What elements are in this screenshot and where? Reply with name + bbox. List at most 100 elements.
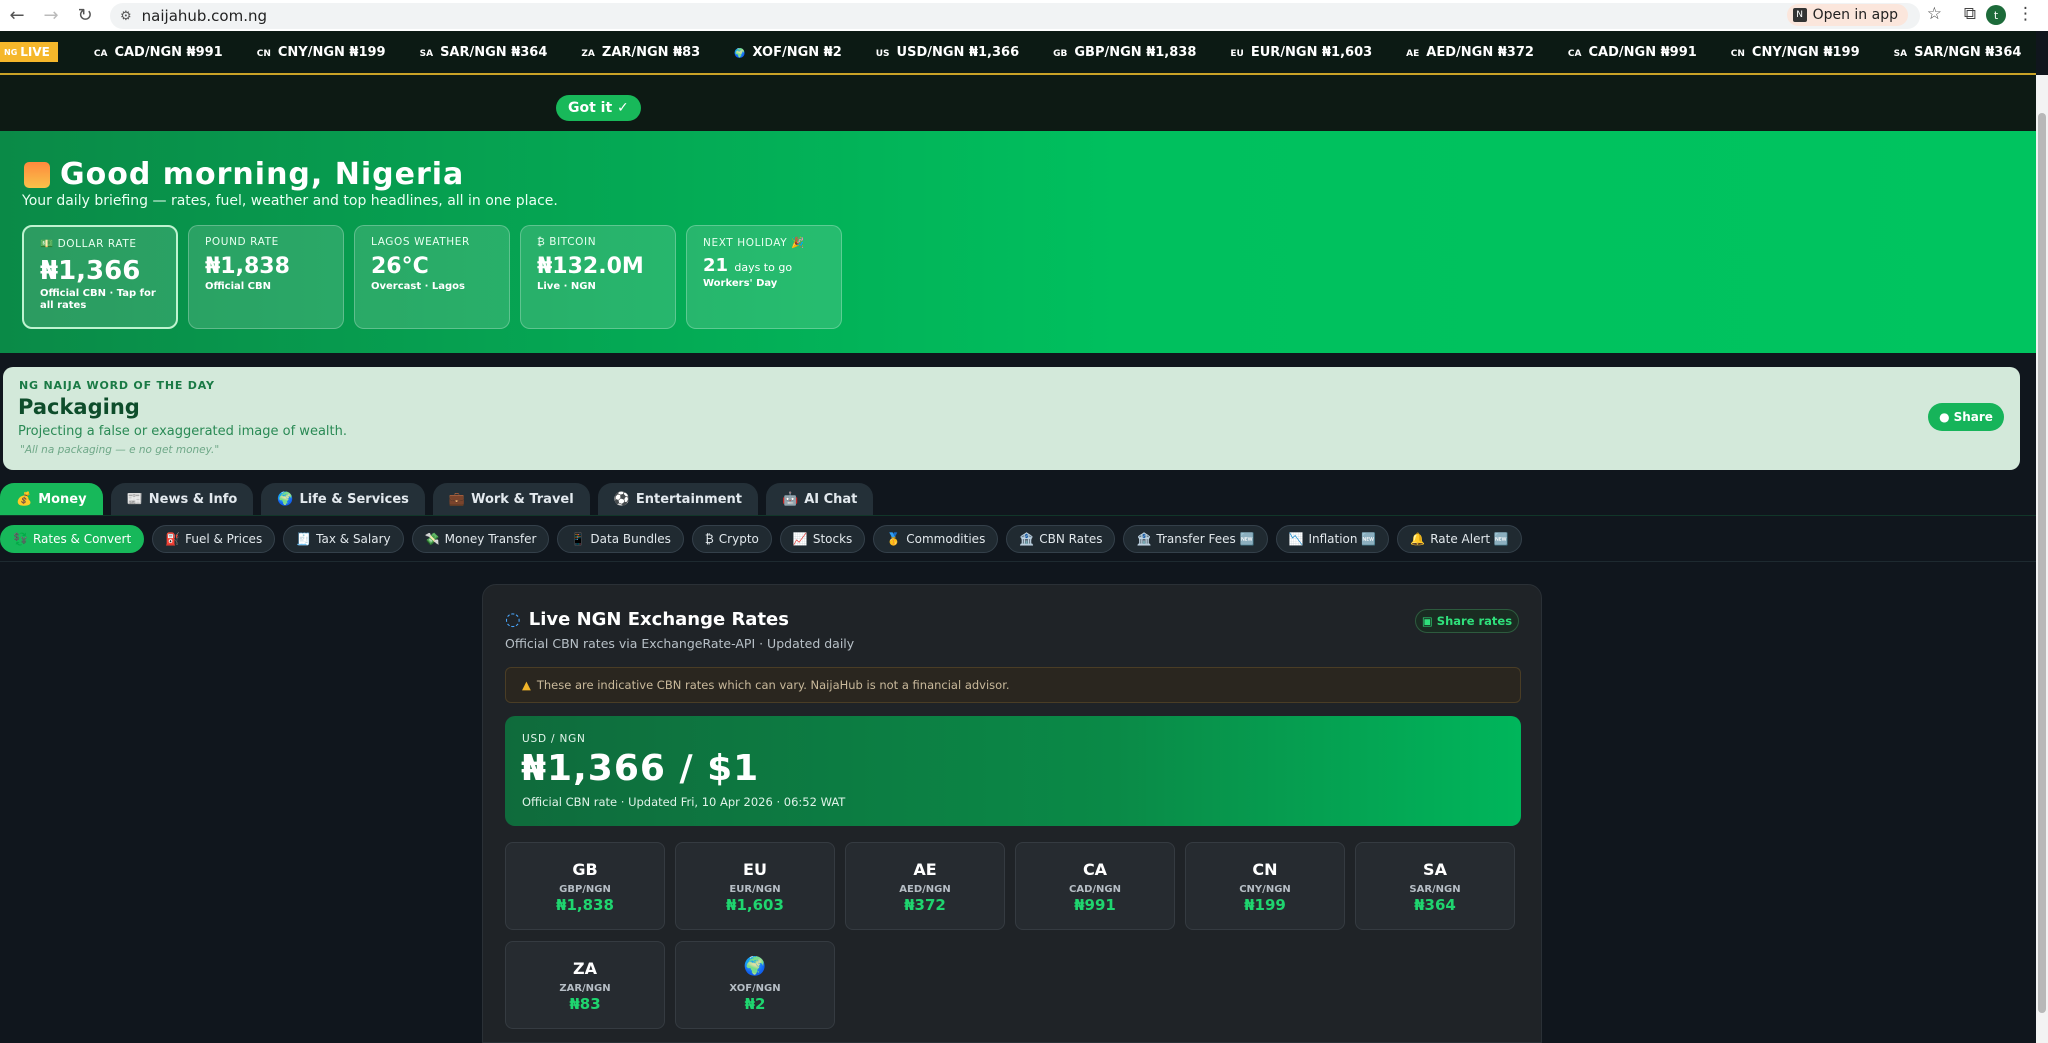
subtab-label: Money Transfer — [444, 532, 537, 546]
currency-value: ₦372 — [904, 896, 946, 914]
ticker-item[interactable]: CN CNY/NGN ₦199 — [257, 45, 386, 60]
wotd-example: "All na packaging — e no get money." — [20, 444, 220, 456]
share-rates-button[interactable]: ▣ Share rates — [1415, 609, 1519, 633]
live-badge: NG LIVE — [0, 42, 58, 62]
globe-icon: 🌍 — [743, 956, 767, 977]
ticker-item[interactable]: SA SAR/NGN ₦364 — [1894, 45, 2022, 60]
ticker-item[interactable]: CN CNY/NGN ₦199 — [1731, 45, 1860, 60]
ticker-text: GBP/NGN ₦1,838 — [1074, 44, 1197, 60]
subtab-money-transfer[interactable]: 💸 Money Transfer — [411, 525, 550, 553]
currency-value: ₦199 — [1244, 896, 1286, 914]
page-scrollbar[interactable] — [2036, 75, 2048, 1043]
ticker-country-code: CA — [93, 48, 108, 59]
warning-icon: ▲ — [522, 678, 531, 692]
ticker-item[interactable]: EU EUR/NGN ₦1,603 — [1230, 45, 1372, 60]
dollar-rate-card[interactable]: 💵 DOLLAR RATE ₦1,366 Official CBN · Tap … — [22, 225, 178, 329]
ticker-item[interactable]: CA CAD/NGN ₦991 — [94, 45, 223, 60]
open-in-app-label: Open in app — [1812, 7, 1898, 23]
currency-card[interactable]: 🌍 XOF/NGN ₦2 — [675, 941, 835, 1029]
subtab-cbn-rates[interactable]: 🏦 CBN Rates — [1006, 525, 1116, 553]
usd-ngn-card: USD / NGN ₦1,366 / $1 Official CBN rate … — [505, 716, 1521, 826]
got-it-button[interactable]: Got it ✓ — [556, 95, 641, 121]
url-text[interactable]: naijahub.com.ng — [142, 7, 267, 25]
forward-icon[interactable]: → — [34, 5, 68, 26]
subtab-rate-alert[interactable]: 🔔 Rate Alert 🆕 — [1397, 525, 1522, 553]
menu-kebab-icon[interactable]: ⋮ — [2017, 4, 2034, 24]
daily-briefing-hero: Good morning, Nigeria Your daily briefin… — [0, 131, 2036, 353]
currency-card[interactable]: CN CNY/NGN ₦199 — [1185, 842, 1345, 930]
reload-icon[interactable]: ↻ — [68, 5, 102, 26]
ticker-text: XOF/NGN ₦2 — [752, 44, 842, 60]
currency-card[interactable]: EU EUR/NGN ₦1,603 — [675, 842, 835, 930]
ticker-item[interactable]: CA CAD/NGN ₦991 — [1568, 45, 1697, 60]
tab-work-travel[interactable]: 💼 Work & Travel — [432, 483, 590, 515]
ticker-text: ZAR/NGN ₦83 — [601, 44, 701, 60]
subtab-label: Commodities — [906, 532, 986, 546]
currency-pair: CNY/NGN — [1239, 884, 1291, 895]
tab-news-info[interactable]: 📰 News & Info — [110, 483, 254, 515]
subtab-label: Crypto — [718, 532, 759, 546]
ticker-country-code: AE — [1406, 48, 1420, 59]
ticker-country-code: GB — [1053, 48, 1068, 59]
currency-country-code: CA — [1082, 860, 1108, 879]
scrollbar-thumb[interactable] — [2038, 113, 2046, 1013]
subtab-stocks[interactable]: 📈 Stocks — [779, 525, 866, 553]
subtab-rates-convert[interactable]: 💱 Rates & Convert — [0, 525, 145, 553]
wotd-share-button[interactable]: ● Share — [1928, 403, 2004, 431]
subtab-commodities[interactable]: 🥇 Commodities — [873, 525, 999, 553]
tab-entertainment[interactable]: ⚽ Entertainment — [597, 483, 758, 515]
address-bar[interactable]: ⚙ naijahub.com.ng — [110, 3, 1920, 29]
ticker-country-code: SA — [1893, 48, 1908, 59]
currency-card[interactable]: GB GBP/NGN ₦1,838 — [505, 842, 665, 930]
sunrise-icon — [24, 161, 50, 188]
subtab-label: Inflation 🆕 — [1308, 532, 1377, 546]
ticker-item[interactable]: 🌍 XOF/NGN ₦2 — [734, 45, 842, 60]
subtab-crypto[interactable]: ₿ Crypto — [691, 525, 772, 553]
currency-card[interactable]: ZA ZAR/NGN ₦83 — [505, 941, 665, 1029]
bookmark-star-icon[interactable]: ☆ — [1927, 4, 1942, 24]
tab-icon: 💰 — [16, 491, 33, 507]
ticker-country-code: EU — [1230, 48, 1244, 59]
subtab-icon: 🏦 — [1019, 532, 1035, 546]
next-holiday-card[interactable]: NEXT HOLIDAY 🎉 21 days to go Workers' Da… — [686, 225, 842, 329]
subtab-inflation[interactable]: 📉 Inflation 🆕 — [1275, 525, 1390, 553]
currency-pair: CAD/NGN — [1069, 884, 1121, 895]
currency-card[interactable]: CA CAD/NGN ₦991 — [1015, 842, 1175, 930]
share-rates-icon: ▣ — [1421, 614, 1433, 628]
tab-ai-chat[interactable]: 🤖 AI Chat — [766, 483, 874, 515]
subtab-data-bundles[interactable]: 📱 Data Bundles — [557, 525, 684, 553]
ticker-country-code: CA — [1567, 48, 1582, 59]
ticker-country-code: ZA — [581, 48, 595, 59]
ticker-item[interactable]: US USD/NGN ₦1,366 — [876, 45, 1019, 60]
currency-country-code: SA — [1423, 860, 1447, 879]
currency-value: ₦991 — [1074, 896, 1116, 914]
currency-country-code: GB — [572, 860, 598, 879]
ticker-item[interactable]: AE AED/NGN ₦372 — [1406, 45, 1534, 60]
ticker-item[interactable]: SA SAR/NGN ₦364 — [420, 45, 548, 60]
subtab-tax-salary[interactable]: 🧾 Tax & Salary — [283, 525, 404, 553]
back-icon[interactable]: ← — [0, 5, 34, 26]
open-in-app-button[interactable]: N Open in app — [1786, 4, 1908, 26]
tab-life-services[interactable]: 🌍 Life & Services — [261, 483, 425, 515]
wotd-word: Packaging — [18, 395, 140, 419]
ticker-item[interactable]: ZA ZAR/NGN ₦83 — [581, 45, 700, 60]
currency-pair: EUR/NGN — [729, 884, 781, 895]
pound-rate-card[interactable]: POUND RATE ₦1,838 Official CBN — [188, 225, 344, 329]
rates-ticker: NG LIVE CA CAD/NGN ₦991 CN CNY/NGN ₦199 SA SA… — [0, 31, 2036, 75]
tab-label: Work & Travel — [471, 491, 574, 507]
currency-card[interactable]: SA SAR/NGN ₦364 — [1355, 842, 1515, 930]
subtab-icon: 📈 — [792, 532, 808, 546]
site-info-icon[interactable]: ⚙ — [120, 9, 132, 24]
subtab-transfer-fees[interactable]: 🏦 Transfer Fees 🆕 — [1123, 525, 1268, 553]
subtab-fuel-prices[interactable]: ⛽ Fuel & Prices — [152, 525, 276, 553]
tab-label: News & Info — [148, 491, 238, 507]
bitcoin-card[interactable]: ₿ BITCOIN ₦132.0M Live · NGN — [520, 225, 676, 329]
profile-avatar[interactable]: t — [1986, 5, 2006, 25]
greeting-subtitle: Your daily briefing — rates, fuel, weath… — [22, 193, 558, 209]
ticker-item[interactable]: GB GBP/NGN ₦1,838 — [1053, 45, 1196, 60]
tab-label: Entertainment — [635, 491, 742, 507]
lagos-weather-card[interactable]: LAGOS WEATHER 26°C Overcast · Lagos — [354, 225, 510, 329]
extensions-icon[interactable]: ⧉ — [1964, 4, 1976, 24]
tab-money[interactable]: 💰 Money — [0, 483, 103, 515]
currency-card[interactable]: AE AED/NGN ₦372 — [845, 842, 1005, 930]
